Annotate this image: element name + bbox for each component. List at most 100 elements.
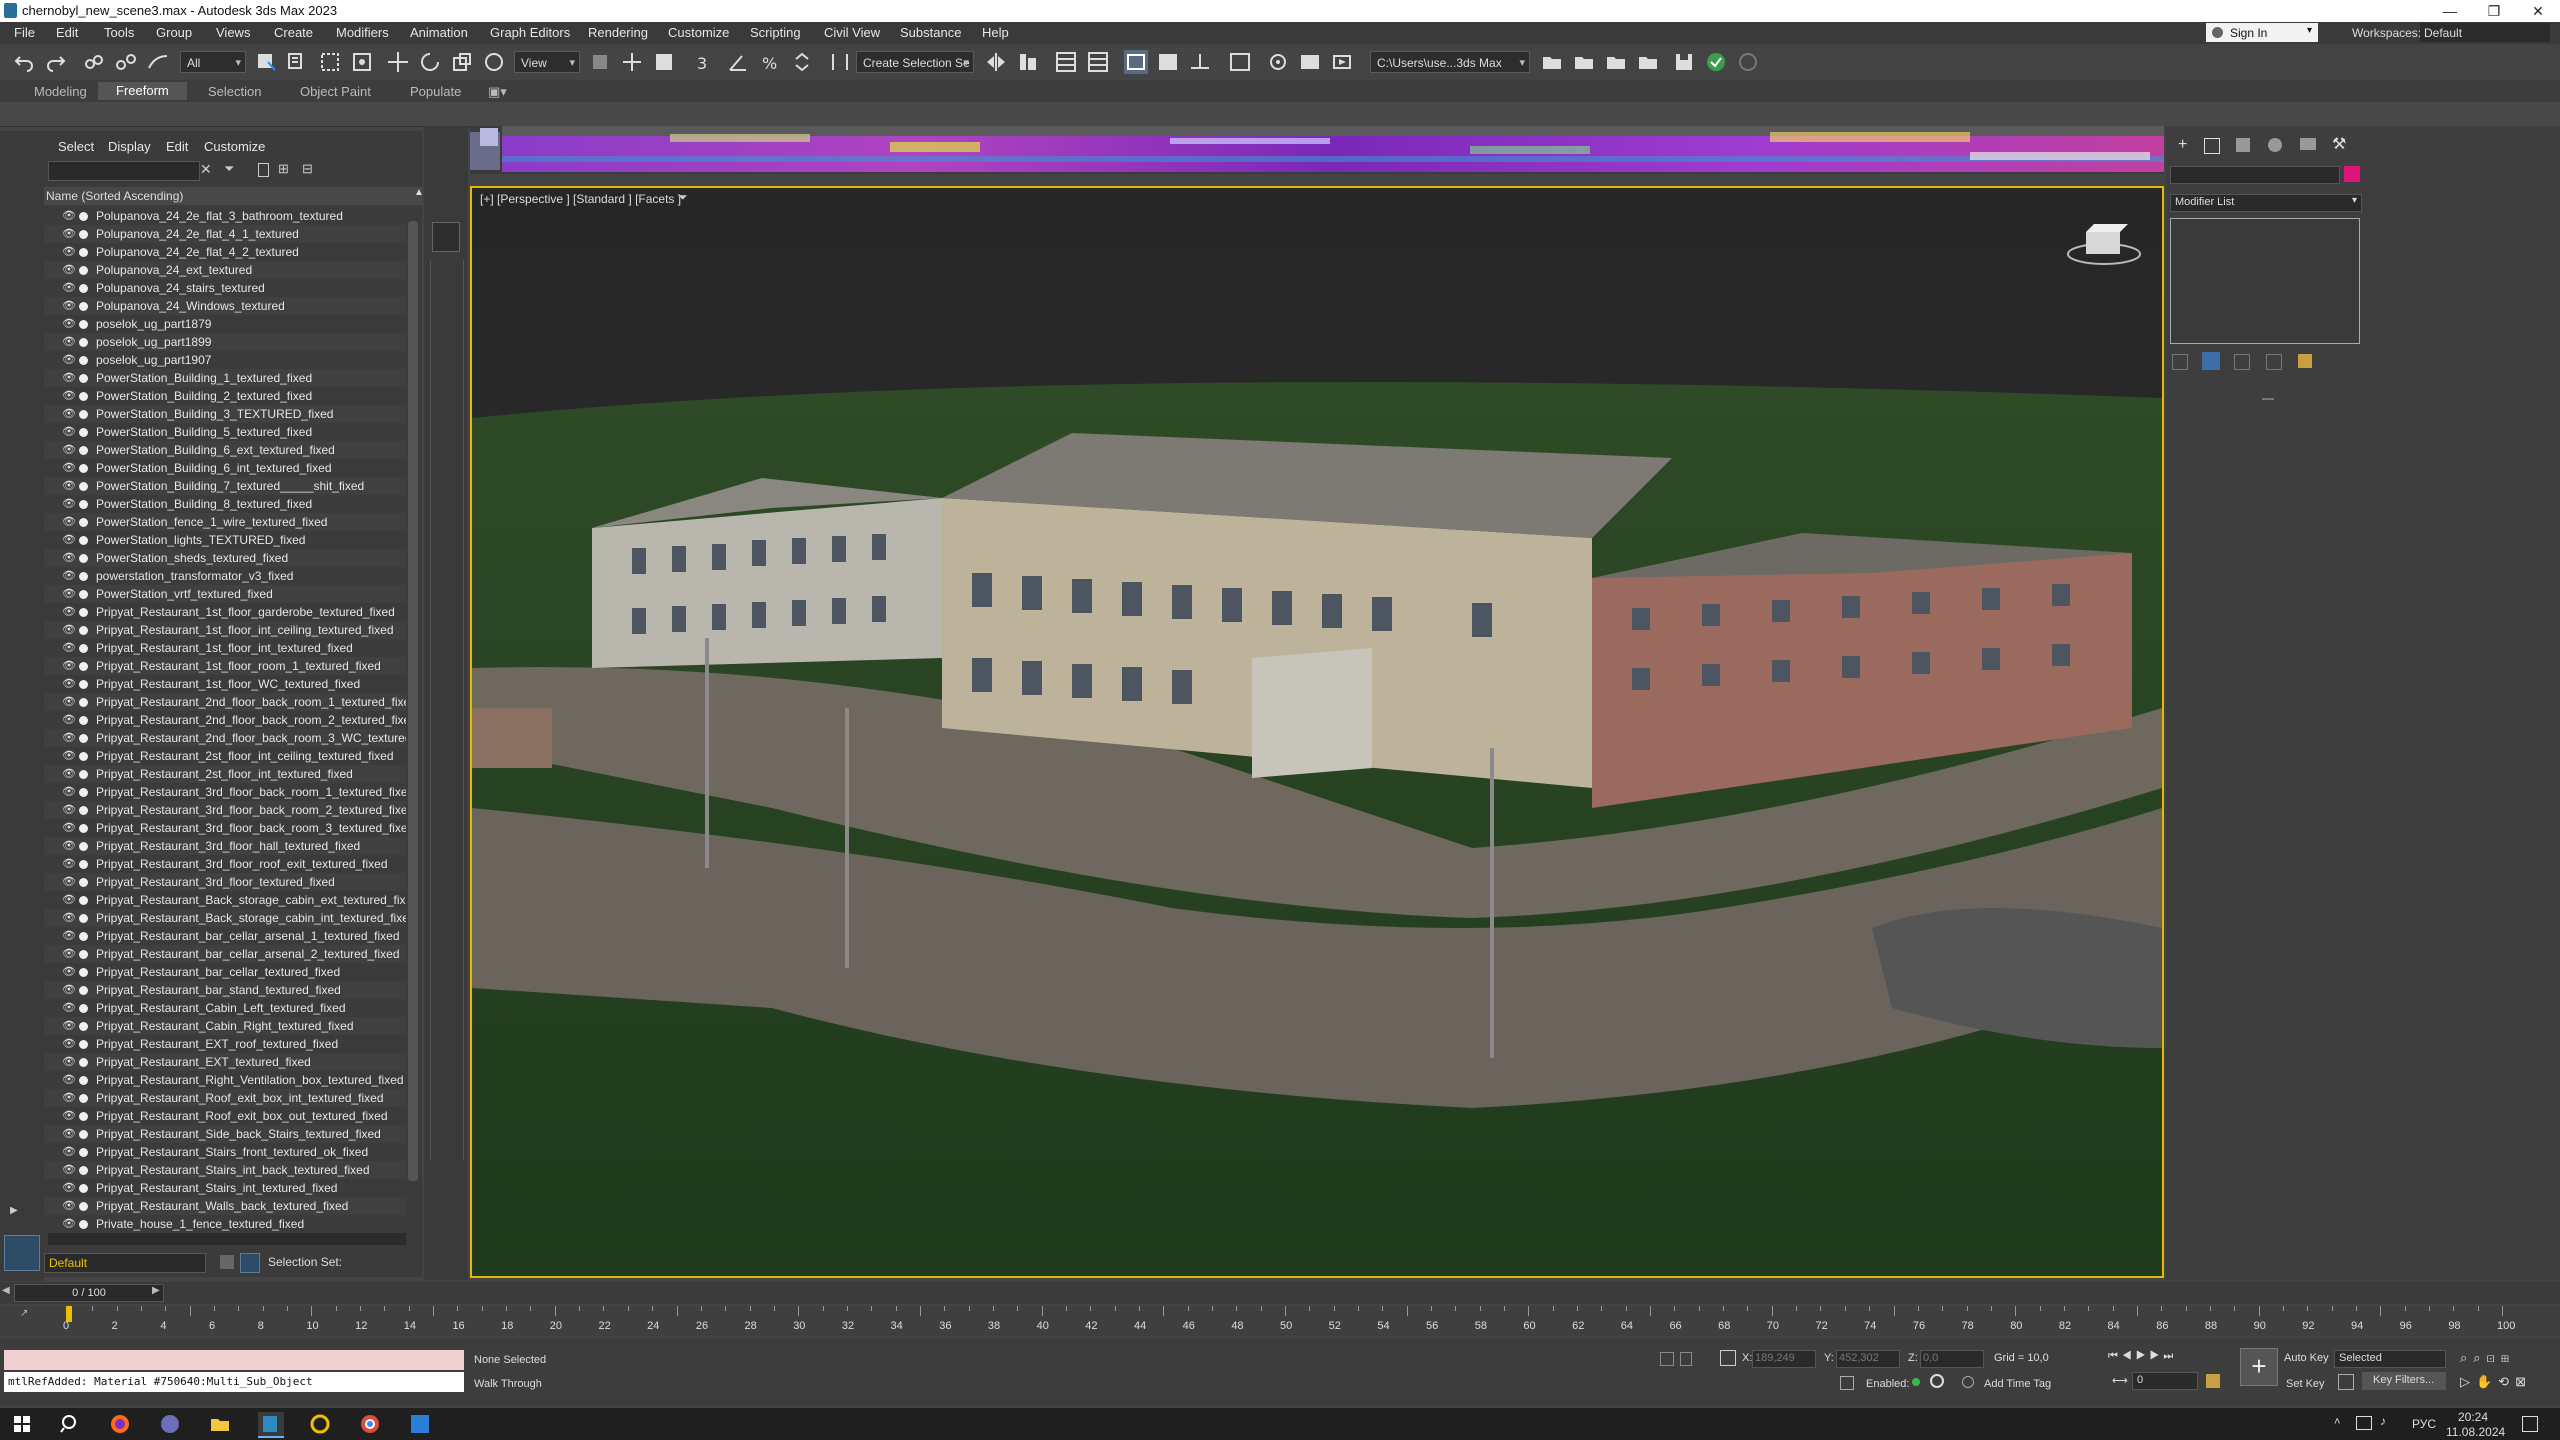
scene-object-row[interactable]: 👁 Pripyat_Restaurant_Roof_exit_box_int_te… [44,1089,406,1107]
scene-object-row[interactable]: 👁 Pripyat_Restaurant_EXT_textured_fixed [44,1053,406,1071]
freeze-dot-icon[interactable] [79,536,88,545]
scene-object-row[interactable]: 👁 PowerStation_Building_1_textured_fixed [44,369,406,387]
reference-coordinate-dropdown[interactable]: View [514,51,580,74]
menu-modifiers[interactable]: Modifiers [336,25,389,40]
visibility-eye-icon[interactable]: 👁 [62,534,76,546]
freeze-dot-icon[interactable] [79,410,88,419]
explorer-tab-edit[interactable]: Edit [166,139,188,154]
visibility-eye-icon[interactable]: 👁 [62,408,76,420]
scene-object-row[interactable]: 👁 Pripyat_Restaurant_1st_floor_int_ceilin… [44,621,406,639]
freeze-dot-icon[interactable] [79,1004,88,1013]
scene-object-row[interactable]: 👁 Pripyat_Restaurant_2nd_floor_back_room_… [44,729,406,747]
visibility-eye-icon[interactable]: 👁 [62,282,76,294]
hierarchy-tab-icon[interactable] [2236,138,2250,152]
viewport-nav-controls[interactable]: ⌕⌕⊡⊞ [2460,1350,2515,1366]
hierarchy-collapse-icon[interactable]: ⊟ [302,161,313,177]
scene-object-row[interactable]: 👁 Pripyat_Restaurant_3rd_floor_back_room_… [44,783,406,801]
playback-controls[interactable]: ⏮◀▶▶⏭ [2108,1350,2177,1363]
ribbon-toggle-icon[interactable] [1124,50,1148,74]
file-explorer-icon[interactable] [208,1412,234,1436]
network-icon[interactable] [2356,1416,2372,1430]
add-time-tag-label[interactable]: Add Time Tag [1984,1378,2051,1390]
scene-object-row[interactable]: 👁 Pripyat_Restaurant_3rd_floor_textured_f… [44,873,406,891]
key-filters-button[interactable]: Key Filters... [2362,1372,2446,1390]
visibility-eye-icon[interactable]: 👁 [62,264,76,276]
scene-object-row[interactable]: 👁 poselok_ug_part1899 [44,333,406,351]
scene-object-row[interactable]: 👁 Pripyat_Restaurant_Stairs_int_textured_… [44,1179,406,1197]
tab-populate[interactable]: Populate [410,84,461,99]
align-icon[interactable] [1016,50,1040,74]
time-slider-value[interactable]: 0 / 100 [14,1284,164,1302]
place-icon[interactable] [482,50,506,74]
make-unique-icon[interactable] [2234,354,2250,370]
current-frame-field[interactable]: 0 [2132,1372,2198,1390]
rendered-frame-icon[interactable] [1298,50,1322,74]
scale-icon[interactable] [450,50,474,74]
scene-object-row[interactable]: 👁 Pripyat_Restaurant_Back_storage_cabin_e… [44,891,406,909]
firefox-icon[interactable] [108,1412,134,1436]
visibility-eye-icon[interactable]: 👁 [62,966,76,978]
freeze-dot-icon[interactable] [79,1148,88,1157]
selection-lock-icon[interactable] [1680,1352,1692,1366]
scene-object-row[interactable]: 👁 Pripyat_Restaurant_1st_floor_room_1_tex… [44,657,406,675]
visibility-eye-icon[interactable]: 👁 [62,822,76,834]
scene-object-row[interactable]: 👁 Polupanova_24_stairs_textured [44,279,406,297]
tab-freeform[interactable]: Freeform [98,82,187,100]
freeze-dot-icon[interactable] [79,356,88,365]
scene-object-row[interactable]: 👁 Pripyat_Restaurant_bar_cellar_arsenal_2… [44,945,406,963]
scene-object-row[interactable]: 👁 Pripyat_Restaurant_Side_back_Stairs_tex… [44,1125,406,1143]
link-icon[interactable] [82,50,106,74]
restore-button[interactable]: ❐ [2472,0,2516,22]
scene-object-row[interactable]: 👁 PowerStation_fence_1_wire_textured_fixe… [44,513,406,531]
scene-object-row[interactable]: 👁 powerstation_transformator_v3_fixed [44,567,406,585]
check-icon[interactable] [1704,50,1728,74]
menu-substance[interactable]: Substance [900,25,961,40]
import-icon[interactable] [1636,50,1660,74]
time-slider[interactable]: ◀ 0 / 100 ▶ [0,1282,2560,1304]
scene-object-row[interactable]: 👁 poselok_ug_part1907 [44,351,406,369]
scene-object-row[interactable]: 👁 Pripyat_Restaurant_Stairs_front_texture… [44,1143,406,1161]
visibility-eye-icon[interactable]: 👁 [62,750,76,762]
visibility-eye-icon[interactable]: 👁 [62,912,76,924]
maxscript-listener-input[interactable] [4,1350,464,1370]
visibility-eye-icon[interactable]: 👁 [62,606,76,618]
freeze-dot-icon[interactable] [79,1130,88,1139]
visibility-eye-icon[interactable]: 👁 [62,876,76,888]
clock-time[interactable]: 20:24 [2458,1410,2488,1424]
visibility-eye-icon[interactable]: 👁 [62,1074,76,1086]
scene-object-row[interactable]: 👁 Pripyat_Restaurant_bar_cellar_arsenal_1… [44,927,406,945]
visibility-eye-icon[interactable]: 👁 [62,588,76,600]
time-marker[interactable] [66,1306,72,1322]
freeze-dot-icon[interactable] [79,302,88,311]
time-configuration-icon[interactable] [2206,1374,2220,1388]
freeze-dot-icon[interactable] [79,590,88,599]
undo-icon[interactable] [12,50,36,74]
freeze-dot-icon[interactable] [79,572,88,581]
snaps-toggle-icon[interactable]: 3 [694,50,718,74]
scene-object-row[interactable]: 👁 poselok_ug_part1879 [44,315,406,333]
freeze-dot-icon[interactable] [79,752,88,761]
scene-object-row[interactable]: 👁 Pripyat_Restaurant_Walls_back_textured_… [44,1197,406,1215]
menu-help[interactable]: Help [982,25,1009,40]
volume-icon[interactable]: ♪ [2380,1414,2386,1428]
absolute-mode-icon[interactable] [1720,1350,1736,1366]
freeze-dot-icon[interactable] [79,1220,88,1229]
freeze-dot-icon[interactable] [79,338,88,347]
explorer-search-input[interactable] [48,161,200,181]
motion-tab-icon[interactable] [2268,138,2282,152]
visibility-eye-icon[interactable]: 👁 [62,930,76,942]
visibility-eye-icon[interactable]: 👁 [62,1146,76,1158]
freeze-dot-icon[interactable] [79,680,88,689]
explorer-tab-select[interactable]: Select [58,139,94,154]
freeze-dot-icon[interactable] [79,1022,88,1031]
visibility-eye-icon[interactable]: 👁 [62,624,76,636]
explorer-scroll-thumb[interactable] [408,221,418,1181]
show-end-result-icon[interactable] [2202,352,2220,370]
freeze-dot-icon[interactable] [79,806,88,815]
angle-snap-icon[interactable] [726,50,750,74]
visibility-eye-icon[interactable]: 👁 [62,516,76,528]
visibility-eye-icon[interactable]: 👁 [62,894,76,906]
render-production-icon[interactable] [1330,50,1354,74]
scene-object-row[interactable]: 👁 Pripyat_Restaurant_Back_storage_cabin_i… [44,909,406,927]
layer-explorer-icon[interactable] [1086,50,1110,74]
